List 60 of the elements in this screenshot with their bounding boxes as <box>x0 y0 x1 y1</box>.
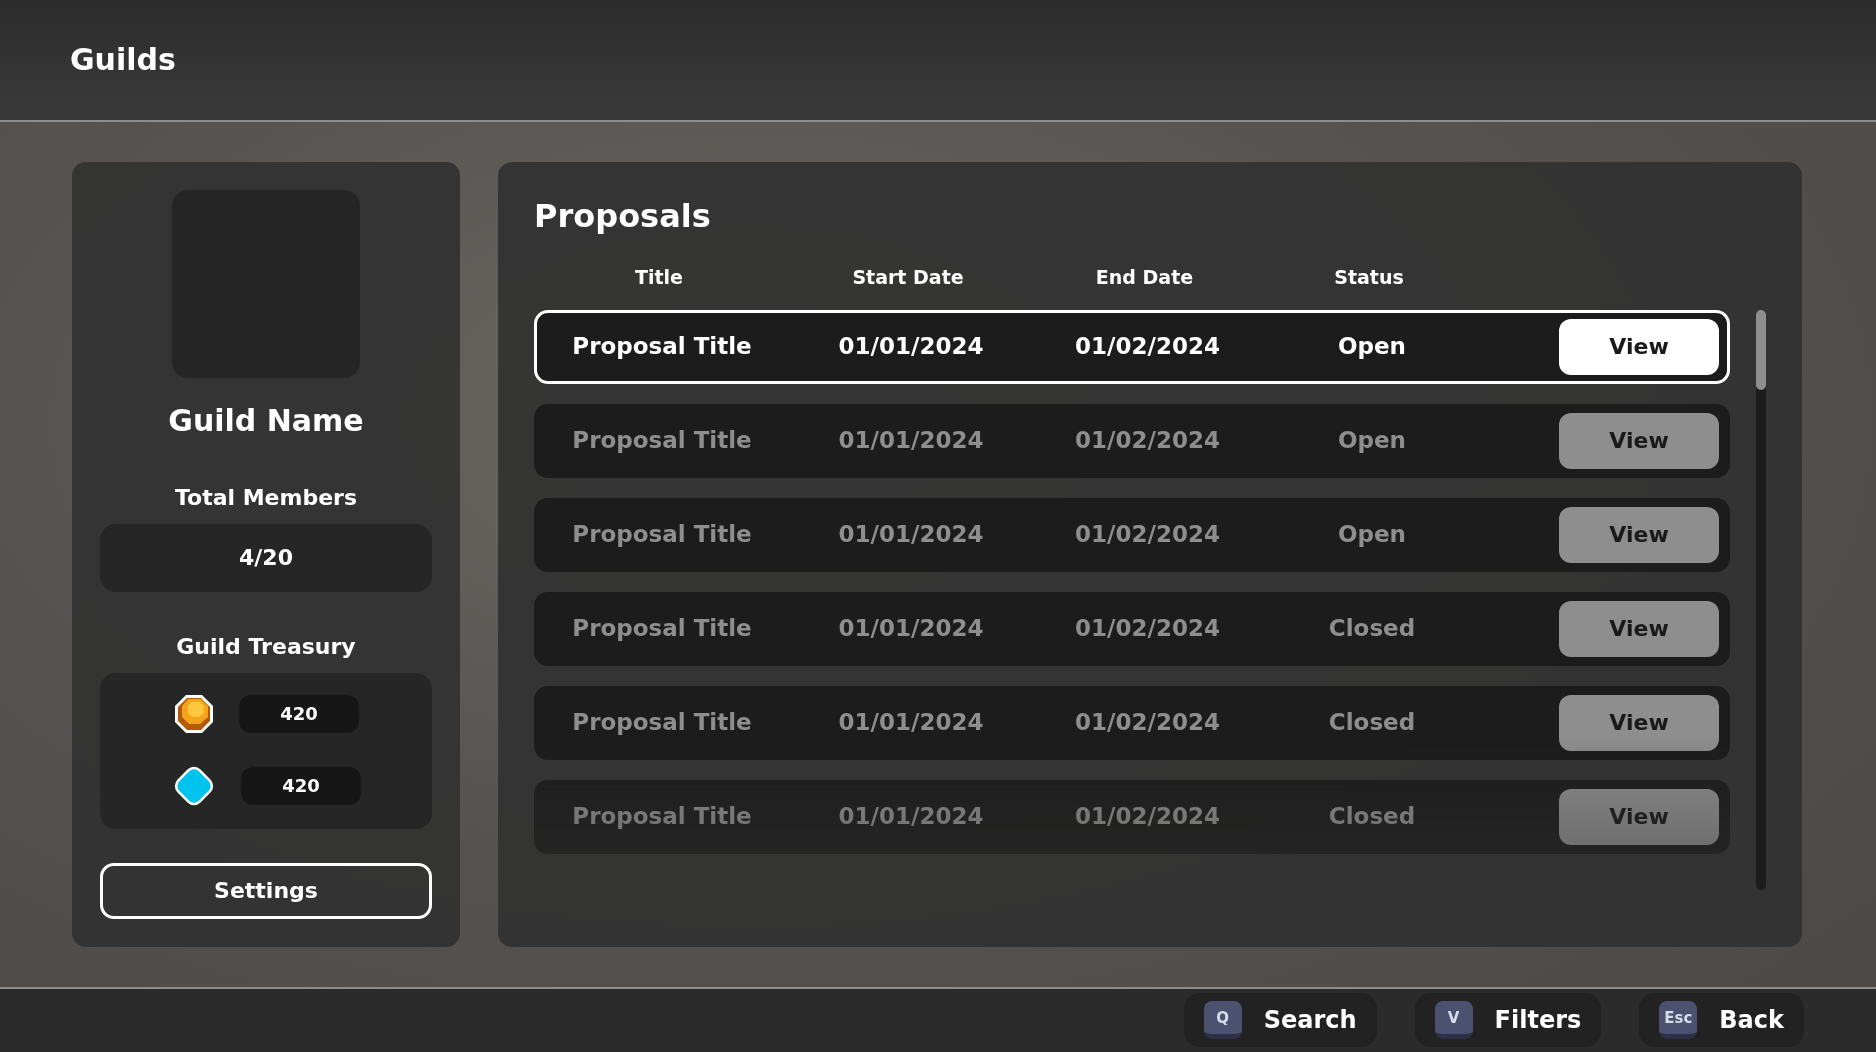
table-cell-text: Open <box>1338 426 1406 456</box>
footer-button[interactable]: V Filters <box>1414 993 1602 1048</box>
table-cell-text: Proposal Title <box>572 708 752 738</box>
button-label: Filters <box>1494 1005 1582 1037</box>
guild-name: Guild Name <box>168 401 364 440</box>
column-header: Title <box>635 265 683 291</box>
key-icon: V <box>1434 1001 1473 1040</box>
table-cell-text: Closed <box>1328 802 1416 832</box>
table-cell-text: Proposal Title <box>572 802 752 832</box>
table-cell-text: 01/02/2024 <box>1075 708 1220 738</box>
page-title: Guilds <box>70 41 176 80</box>
proposal-row[interactable]: Proposal Title 01/01/2024 01/02/2024 Closed View <box>534 779 1730 854</box>
key-icon: Q <box>1203 1001 1242 1040</box>
view-button[interactable]: View <box>1559 506 1719 563</box>
table-cell-text: 01/01/2024 <box>838 426 984 456</box>
button-label: Back <box>1719 1005 1784 1037</box>
table-cell-text: 01/02/2024 <box>1075 332 1220 362</box>
table-cell-text: 01/01/2024 <box>838 708 984 738</box>
footer-button[interactable]: Q Search <box>1183 993 1377 1048</box>
table-cell-text: Proposal Title <box>572 332 752 362</box>
table-cell-text: 01/02/2024 <box>1075 614 1220 644</box>
button-label: Search <box>1263 1005 1357 1037</box>
proposal-row[interactable]: Proposal Title 01/01/2024 01/02/2024 Closed View <box>534 685 1730 760</box>
panel-title: Proposals <box>534 195 712 237</box>
table-cell-text: 01/02/2024 <box>1075 802 1220 832</box>
table-cell-text: 01/01/2024 <box>838 614 984 644</box>
view-button[interactable]: View <box>1559 694 1719 751</box>
table-cell-text: Closed <box>1328 708 1416 738</box>
scrollbar-thumb[interactable] <box>1756 309 1766 390</box>
table-cell-text: Proposal Title <box>572 520 752 550</box>
settings-button[interactable]: Settings <box>100 862 432 919</box>
column-header: End Date <box>1095 265 1194 291</box>
table-cell-text: Proposal Title <box>572 614 752 644</box>
table-cell-text: Open <box>1338 332 1406 362</box>
members-label: Total Members <box>174 483 358 512</box>
view-button[interactable]: View <box>1559 318 1719 375</box>
table-cell-text: 01/02/2024 <box>1075 520 1220 550</box>
view-button[interactable]: View <box>1559 412 1719 469</box>
proposal-row[interactable]: Proposal Title 01/01/2024 01/02/2024 Closed View <box>534 591 1730 666</box>
column-header: Status <box>1334 265 1404 291</box>
table-cell-text: Closed <box>1328 614 1416 644</box>
table-cell-text: Proposal Title <box>572 426 752 456</box>
proposal-row[interactable]: Proposal Title 01/01/2024 01/02/2024 Open View <box>534 309 1730 384</box>
view-button[interactable]: View <box>1559 600 1719 657</box>
table-cell-text: 01/01/2024 <box>838 802 984 832</box>
proposal-row[interactable]: Proposal Title 01/01/2024 01/02/2024 Open View <box>534 497 1730 572</box>
treasury-label: Guild Treasury <box>176 632 356 661</box>
table-cell-text: 01/01/2024 <box>838 332 984 362</box>
table-cell-text: Open <box>1338 520 1406 550</box>
members-count: 4/20 <box>100 523 432 592</box>
view-button[interactable]: View <box>1559 788 1719 845</box>
coin-icon <box>173 692 215 735</box>
footer-button[interactable]: Esc Back <box>1639 993 1804 1048</box>
key-icon: Esc <box>1659 1001 1698 1040</box>
amount-value: 420 <box>239 694 359 733</box>
amount-value: 420 <box>241 766 361 805</box>
column-header: Start Date <box>852 265 964 291</box>
proposal-row[interactable]: Proposal Title 01/01/2024 01/02/2024 Open View <box>534 403 1730 478</box>
table-cell-text: 01/02/2024 <box>1075 426 1220 456</box>
table-cell-text: 01/01/2024 <box>838 520 984 550</box>
